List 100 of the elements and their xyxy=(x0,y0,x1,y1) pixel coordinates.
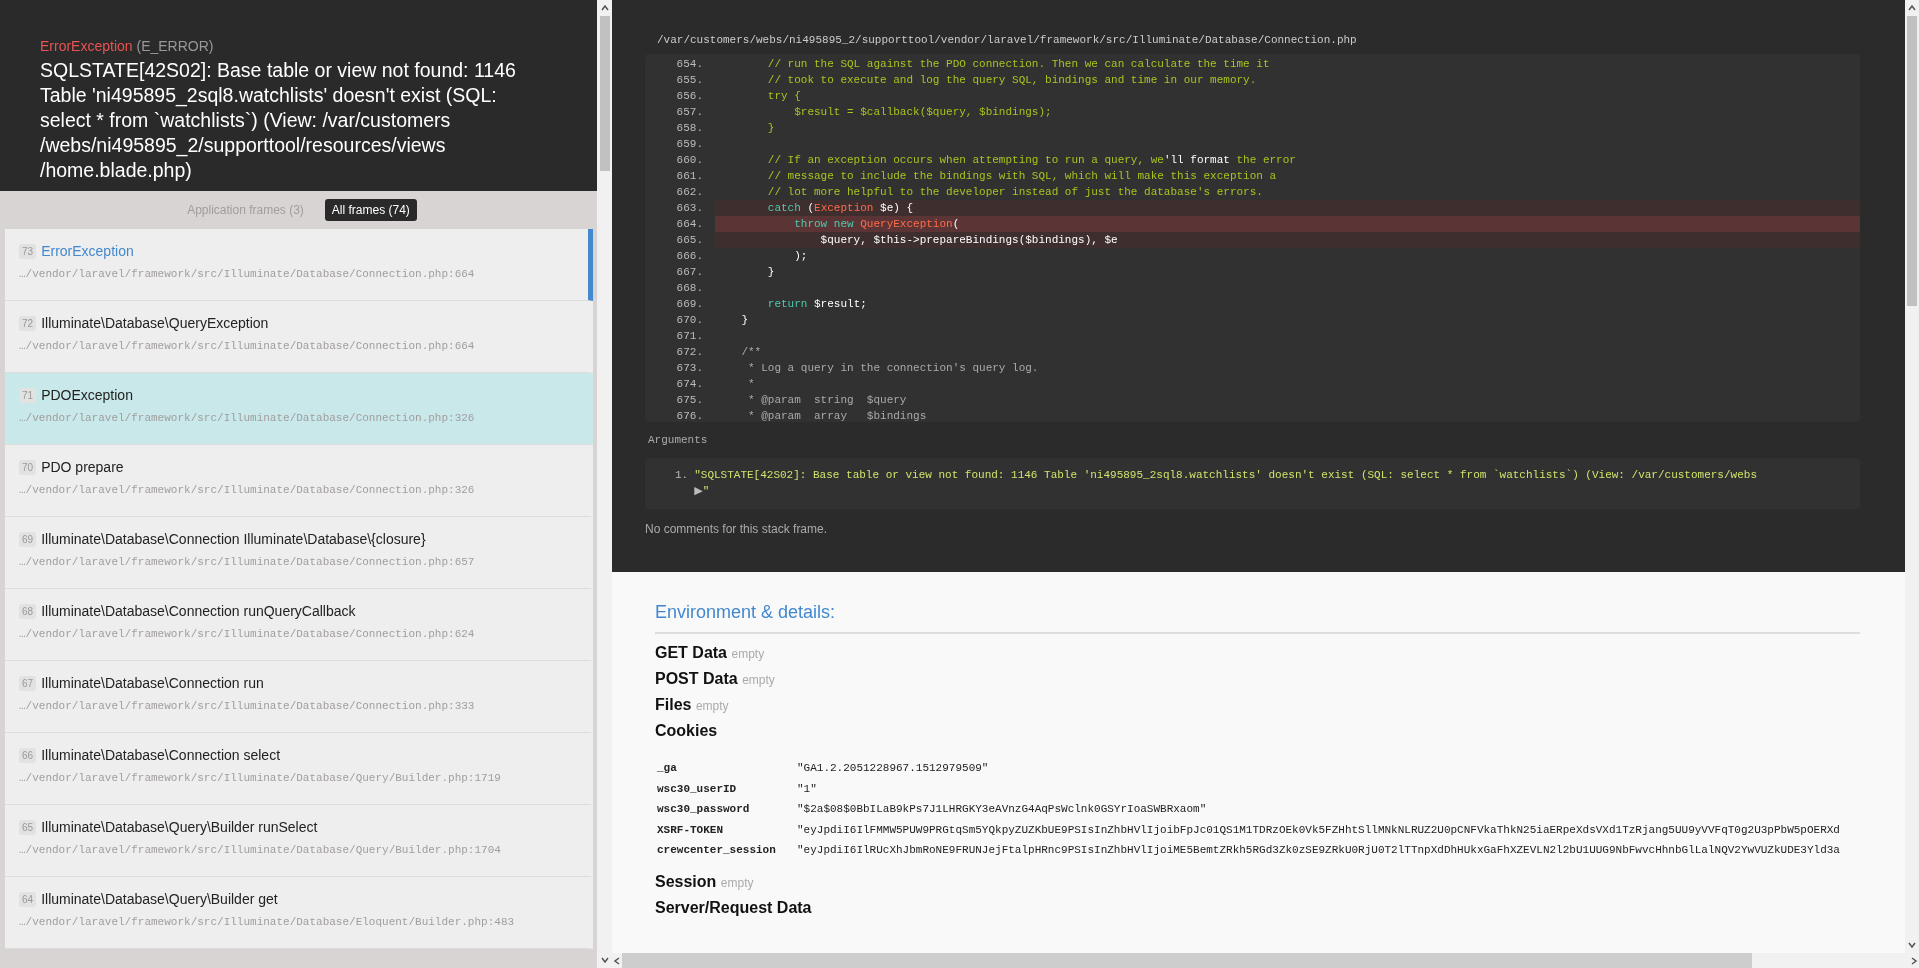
frame-number: 71 xyxy=(19,387,37,403)
code-line: } xyxy=(740,313,749,328)
code-line: } xyxy=(766,121,776,136)
line-number: 666. xyxy=(675,249,704,264)
line-number: 669. xyxy=(675,297,704,312)
frame-file-path: …/vendor/laravel/framework/src/Illuminate/Database/Connection.php:664 xyxy=(19,340,476,352)
code-line: // took to execute and log the query SQL, bindings and time in our memory. xyxy=(766,73,1258,88)
code-line: * @param array $bindings xyxy=(747,409,928,422)
scroll-right-icon[interactable] xyxy=(1909,955,1919,966)
stack-frame[interactable]: 69 Illuminate\Database\Connection Illuminate\Database\{closure} …/vendor/laravel/framework/src/Illuminate/Database/Connection.php:657 xyxy=(5,517,593,589)
line-number: 660. xyxy=(675,153,704,168)
empty-label: empty xyxy=(742,673,775,687)
frame-number: 68 xyxy=(19,603,37,619)
frame-file-path: …/vendor/laravel/framework/src/Illuminate/Database/Connection.php:657 xyxy=(19,556,476,568)
frame-number: 66 xyxy=(19,747,37,763)
frame-file-path: …/vendor/laravel/framework/src/Illuminate/Database/Connection.php:333 xyxy=(19,700,476,712)
frame-class: Illuminate\Database\QueryException xyxy=(41,315,269,331)
stack-frame[interactable]: 70 PDO prepare …/vendor/laravel/framework/src/Illuminate/Database/Connection.php:326 xyxy=(5,445,593,517)
stack-frame[interactable]: 66 Illuminate\Database\Connection select …/vendor/laravel/framework/src/Illuminate/Database/Query/Builder.php:1719 xyxy=(5,733,593,805)
line-number: 665. xyxy=(675,233,704,248)
cookie-name: wsc30_password xyxy=(657,802,751,817)
stack-frame[interactable]: 64 Illuminate\Database\Query\Builder get …/vendor/laravel/framework/src/Illuminate/Database/Eloquent/Builder.php:483 xyxy=(5,877,593,949)
frame-class: Illuminate\Database\Query\Builder get xyxy=(41,891,278,907)
frame-file-path: …/vendor/laravel/framework/src/Illuminate/Database/Connection.php:326 xyxy=(19,412,476,424)
source-file-path: /var/customers/webs/ni495895_2/supporttool/vendor/laravel/framework/src/Illuminate/Database/Connection.php xyxy=(656,34,1358,46)
section-title: GET Data xyxy=(655,644,727,661)
line-number: 662. xyxy=(675,185,704,200)
frame-class: PDO prepare xyxy=(41,459,124,475)
line-number: 668. xyxy=(675,281,704,296)
scroll-left-icon[interactable] xyxy=(612,955,622,966)
scroll-up-icon[interactable] xyxy=(1907,3,1917,13)
section-title: Session xyxy=(655,872,717,890)
line-number: 659. xyxy=(675,137,704,152)
line-number: 656. xyxy=(675,89,704,104)
line-number: 676. xyxy=(675,409,704,422)
line-number: 671. xyxy=(675,329,704,344)
line-number: 663. xyxy=(675,201,704,216)
line-number: 673. xyxy=(675,361,704,376)
line-number: 667. xyxy=(675,265,704,280)
expand-toggle[interactable]: ▶ xyxy=(694,483,703,499)
stack-frame[interactable]: 71 PDOException …/vendor/laravel/framework/src/Illuminate/Database/Connection.php:326 xyxy=(5,373,593,445)
frame-comments-note: No comments for this stack frame. xyxy=(645,522,829,536)
scroll-down-icon[interactable] xyxy=(1907,940,1917,950)
scroll-down-icon[interactable] xyxy=(599,955,610,965)
frame-number: 72 xyxy=(19,315,37,331)
scroll-up-icon[interactable] xyxy=(599,3,610,13)
stack-frame[interactable]: 65 Illuminate\Database\Query\Builder runSelect …/vendor/laravel/framework/src/Illuminate/Database/Query/Builder.php:1704 xyxy=(5,805,593,877)
frame-number: 70 xyxy=(19,459,37,475)
line-number: 657. xyxy=(675,105,704,120)
arguments-heading: Arguments xyxy=(648,434,709,446)
frame-number: 69 xyxy=(19,531,37,547)
line-number: 658. xyxy=(675,121,704,136)
cookie-value: "eyJpdiI6IlFMMW5PUW9PRGtqSm5YQkpyZUZKbUE9PSIsInZhbHVlIjoibFpJc01QS1M1TDRzOEk0Vk5FZHhtSllMNkNLRUZ2U0pCNFVkaThkN25iaERpeXdsVXd1TzRjang5UU9yVVFqT0g2U3pPbW5pOERXd xyxy=(797,822,1840,838)
stack-frame[interactable]: 67 Illuminate\Database\Connection run …/vendor/laravel/framework/src/Illuminate/Database/Connection.php:333 xyxy=(5,661,593,733)
line-number: 654. xyxy=(675,57,704,72)
section-title: Files xyxy=(655,696,692,713)
frame-number: 67 xyxy=(19,675,37,691)
argument-closing-quote: " xyxy=(702,484,710,499)
code-line: // If an exception occurs when attempting to run a query, we'll format the error xyxy=(766,153,1297,168)
frame-class: ErrorException xyxy=(41,243,134,259)
cookie-value: "1" xyxy=(797,781,817,797)
empty-label: empty xyxy=(731,647,765,661)
argument-value: "SQLSTATE[42S02]: Base table or view not found: 1146 Table 'ni495895_2sql8.watchlists' doesn't exist (SQL: select * from `watchlists`) (View: /var/customers/webs xyxy=(694,468,1757,483)
frame-class: PDOException xyxy=(41,387,133,403)
code-line: * @param string $query xyxy=(747,393,908,408)
argument-number: 1. xyxy=(675,468,689,483)
cookie-name: XSRF-TOKEN xyxy=(657,822,724,838)
exception-class: ErrorException xyxy=(40,38,133,54)
frame-class: Illuminate\Database\Connection runQueryCallback xyxy=(41,603,356,619)
code-line: try { xyxy=(766,89,802,104)
frame-file-path: …/vendor/laravel/framework/src/Illuminate/Database/Query/Builder.php:1704 xyxy=(19,844,502,856)
exception-message: SQLSTATE[42S02]: Base table or view not found: 1146 Table 'ni495895_2sql8.watchlists' doesn't exist (SQL: select * from `watchlists`) (View: /var/customers /webs/ni495895_2/supporttool/resources/views /home.blade.php) xyxy=(40,58,517,183)
cookie-name: _ga xyxy=(657,761,678,776)
stack-frame[interactable]: 72 Illuminate\Database\QueryException …/vendor/laravel/framework/src/Illuminate/Database/Connection.php:664 xyxy=(5,301,593,373)
frame-filter-tab[interactable]: All frames (74) xyxy=(324,199,417,221)
code-line: $result = $callback($query, $bindings); xyxy=(793,105,1053,120)
frame-class: Illuminate\Database\Connection run xyxy=(41,675,264,691)
exception-code: (E_ERROR) xyxy=(136,38,214,54)
cookie-value: "$2a$08$0BbILaB9kPs7J1LHRGKY3eAVnzG4AqPsWclnk0GSYrIoaSWBRxaom" xyxy=(797,802,1207,817)
frame-number: 73 xyxy=(19,243,37,259)
code-line: } xyxy=(766,265,776,280)
cookie-value: "GA1.2.2051228967.1512979509" xyxy=(797,761,989,776)
stack-frame[interactable]: 68 Illuminate\Database\Connection runQueryCallback …/vendor/laravel/framework/src/Illuminate/Database/Connection.php:624 xyxy=(5,589,593,661)
frame-file-path: …/vendor/laravel/framework/src/Illuminate/Database/Connection.php:624 xyxy=(19,628,476,640)
frame-class: Illuminate\Database\Connection Illuminate\Database\{closure} xyxy=(41,531,426,547)
cookie-name: crewcenter_session xyxy=(657,843,777,858)
frame-file-path: …/vendor/laravel/framework/src/Illuminate/Database/Connection.php:664 xyxy=(19,268,476,280)
section-title: Server/Request Data xyxy=(655,898,812,916)
frame-file-path: …/vendor/laravel/framework/src/Illuminate/Database/Query/Builder.php:1719 xyxy=(19,772,502,784)
frame-file-path: …/vendor/laravel/framework/src/Illuminate/Database/Eloquent/Builder.php:483 xyxy=(19,916,516,928)
code-line: // message to include the bindings with SQL, which will make this exception a xyxy=(766,169,1278,184)
frame-class: Illuminate\Database\Connection select xyxy=(41,747,281,763)
line-number: 664. xyxy=(675,217,704,232)
code-line: ); xyxy=(793,249,809,264)
code-line: // run the SQL against the PDO connection. Then we can calculate the time it xyxy=(766,57,1271,72)
frame-number: 65 xyxy=(19,819,37,835)
frame-file-path: …/vendor/laravel/framework/src/Illuminate/Database/Connection.php:326 xyxy=(19,484,476,496)
frame-class: Illuminate\Database\Query\Builder runSelect xyxy=(41,819,318,835)
cookie-name: wsc30_userID xyxy=(657,781,738,797)
frame-number: 64 xyxy=(19,891,37,907)
